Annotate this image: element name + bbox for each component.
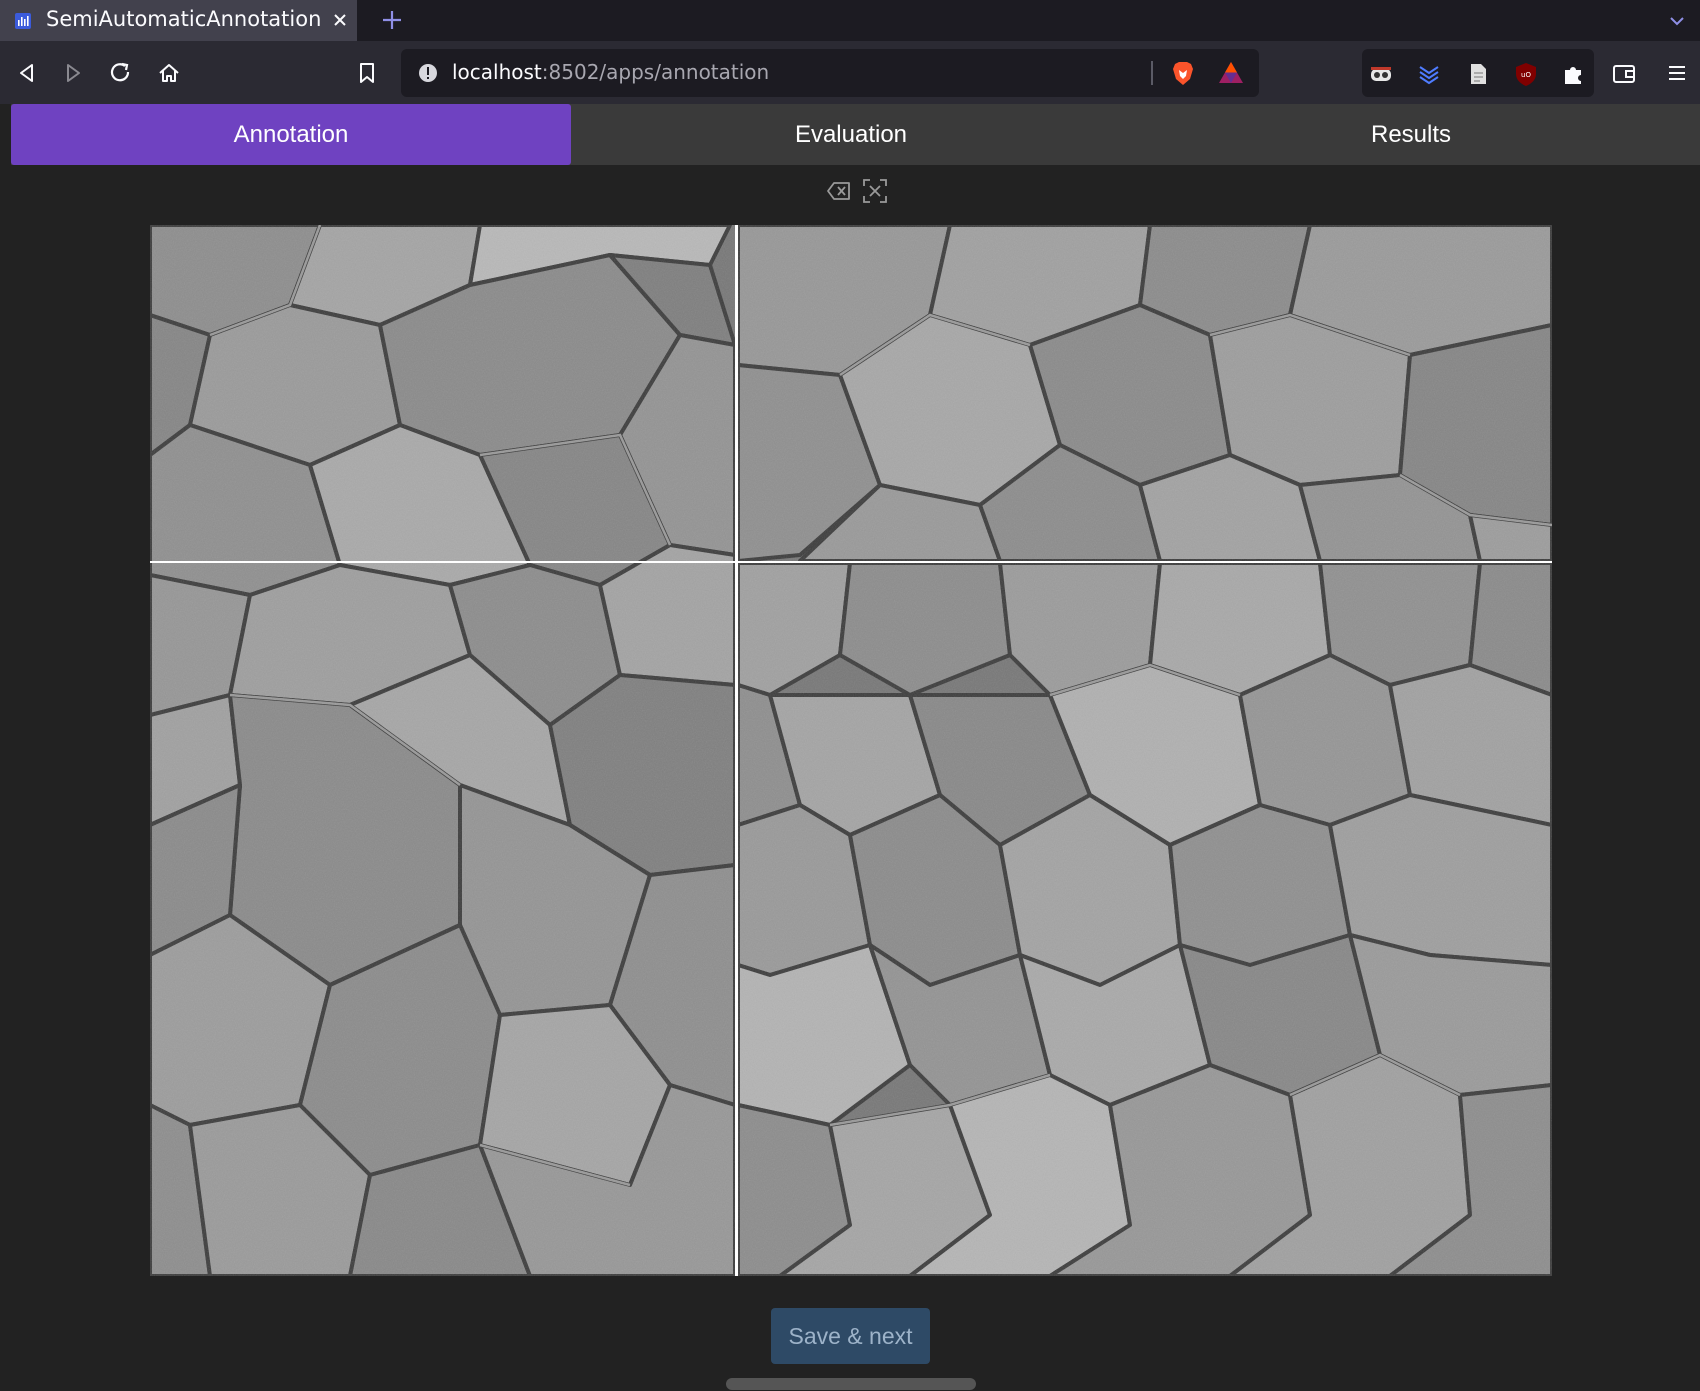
save-next-button[interactable]: Save & next xyxy=(771,1308,930,1364)
browser-tab-strip: SemiAutomaticAnnotation xyxy=(0,0,1700,41)
browser-tab[interactable]: SemiAutomaticAnnotation xyxy=(0,0,357,41)
crosshair-horizontal xyxy=(150,561,1552,563)
browser-nav-bar: localhost:8502/apps/annotation uO xyxy=(0,41,1700,104)
wallet-icon[interactable] xyxy=(1609,58,1639,88)
url-separator xyxy=(1151,61,1153,85)
url-text: localhost:8502/apps/annotation xyxy=(452,60,770,84)
tab-annotation[interactable]: Annotation xyxy=(11,104,571,165)
tab-results[interactable]: Results xyxy=(1131,104,1691,165)
extensions-group: uO xyxy=(1362,49,1594,97)
puzzle-icon[interactable] xyxy=(1560,61,1586,87)
brave-shield-icon[interactable] xyxy=(1169,59,1197,87)
annotation-canvas[interactable] xyxy=(150,225,1552,1276)
plus-icon[interactable] xyxy=(381,9,403,31)
tab-evaluation[interactable]: Evaluation xyxy=(571,104,1131,165)
svg-text:uO: uO xyxy=(1521,71,1531,79)
app-tab-bar: Annotation Evaluation Results xyxy=(11,104,1700,165)
forward-icon[interactable] xyxy=(58,58,88,88)
horizontal-scrollbar[interactable] xyxy=(726,1378,976,1390)
erase-icon[interactable] xyxy=(826,180,852,202)
layers-icon[interactable] xyxy=(1416,61,1442,87)
home-icon[interactable] xyxy=(154,58,184,88)
bookmark-icon[interactable] xyxy=(352,58,382,88)
crosshair-vertical xyxy=(735,225,738,1276)
chevron-down-icon[interactable] xyxy=(1668,12,1686,30)
fit-screen-icon[interactable] xyxy=(862,178,888,204)
document-icon[interactable] xyxy=(1465,61,1491,87)
reload-icon[interactable] xyxy=(106,58,136,88)
close-icon[interactable] xyxy=(330,10,350,30)
bat-rewards-icon[interactable] xyxy=(1217,59,1245,87)
info-icon[interactable] xyxy=(417,62,439,84)
menu-icon[interactable] xyxy=(1662,58,1692,88)
url-bar[interactable]: localhost:8502/apps/annotation xyxy=(401,49,1259,97)
privacy-badger-icon[interactable] xyxy=(1368,61,1394,87)
back-icon[interactable] xyxy=(12,58,42,88)
ublock-icon[interactable]: uO xyxy=(1513,61,1539,87)
microscopy-grain-image xyxy=(150,225,1552,1276)
browser-tab-title: SemiAutomaticAnnotation xyxy=(46,7,322,31)
streamlit-favicon-icon xyxy=(14,12,32,30)
